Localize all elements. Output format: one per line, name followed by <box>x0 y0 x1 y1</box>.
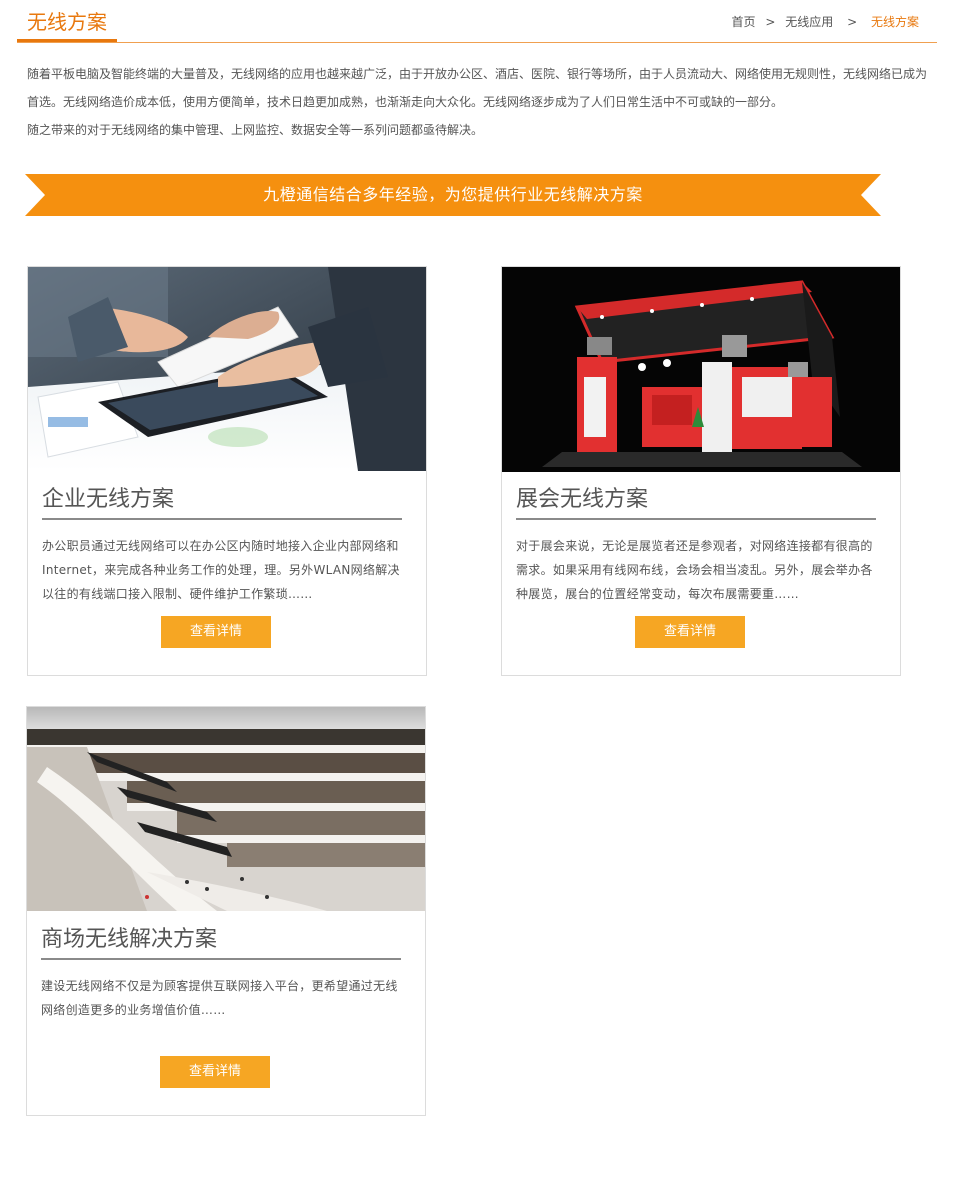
card-title: 企业无线方案 <box>42 487 175 512</box>
breadcrumb-home-link[interactable]: 首页 <box>732 15 756 29</box>
intro-text: 随着平板电脑及智能终端的大量普及，无线网络的应用也越来越广泛，由于开放办公区、酒… <box>27 60 942 144</box>
card-title: 展会无线方案 <box>516 487 649 512</box>
shopping-mall-photo <box>27 707 425 911</box>
title-divider <box>41 958 401 960</box>
card-title: 商场无线解决方案 <box>41 927 218 952</box>
intro-line: 首选。无线网络造价成本低，使用方便简单，技术日趋更加成熟，也渐渐走向大众化。无线… <box>27 95 784 109</box>
card-description: 建设无线网络不仅是为顾客提供互联网接入平台，更希望通过无线网络创造更多的业务增值… <box>41 979 398 1017</box>
breadcrumb-separator: > <box>847 15 858 29</box>
banner-text: 九橙通信结合多年经验，为您提供行业无线解决方案 <box>263 185 643 204</box>
ribbon-banner: 九橙通信结合多年经验，为您提供行业无线解决方案 <box>25 174 881 216</box>
solution-card-mall[interactable]: 商场无线解决方案 建设无线网络不仅是为顾客提供互联网接入平台，更希望通过无线网络… <box>26 706 426 1116</box>
view-details-button[interactable]: 查看详情 <box>160 1056 270 1088</box>
solution-card-exhibition[interactable]: 展会无线方案 对于展会来说，无论是展览者还是参观者，对网络连接都有很高的需求。如… <box>501 266 901 676</box>
intro-line: 随之带来的对于无线网络的集中管理、上网监控、数据安全等一系列问题都亟待解决。 <box>27 123 484 137</box>
breadcrumb-current: 无线方案 <box>870 15 919 29</box>
page-title: 无线方案 <box>27 10 107 34</box>
office-tablet-photo <box>28 267 426 471</box>
view-details-button[interactable]: 查看详情 <box>161 616 271 648</box>
exhibition-booth-photo <box>502 267 900 472</box>
breadcrumb-separator: > <box>765 15 776 29</box>
card-description: 对于展会来说，无论是展览者还是参观者，对网络连接都有很高的需求。如果采用有线网布… <box>516 539 873 601</box>
page-header: 无线方案 首页 > 无线应用 > 无线方案 <box>17 0 937 43</box>
intro-line: 随着平板电脑及智能终端的大量普及，无线网络的应用也越来越广泛，由于开放办公区、酒… <box>27 67 928 81</box>
breadcrumb-parent-link[interactable]: 无线应用 <box>785 15 833 29</box>
title-divider <box>42 518 402 520</box>
solution-card-enterprise[interactable]: 企业无线方案 办公职员通过无线网络可以在办公区内随时地接入企业内部网络和Inte… <box>27 266 427 676</box>
card-description: 办公职员通过无线网络可以在办公区内随时地接入企业内部网络和Internet，来完… <box>42 539 400 601</box>
title-divider <box>516 518 876 520</box>
title-underline <box>17 39 117 42</box>
breadcrumb: 首页 > 无线应用 > 无线方案 <box>732 13 919 30</box>
view-details-button[interactable]: 查看详情 <box>635 616 745 648</box>
